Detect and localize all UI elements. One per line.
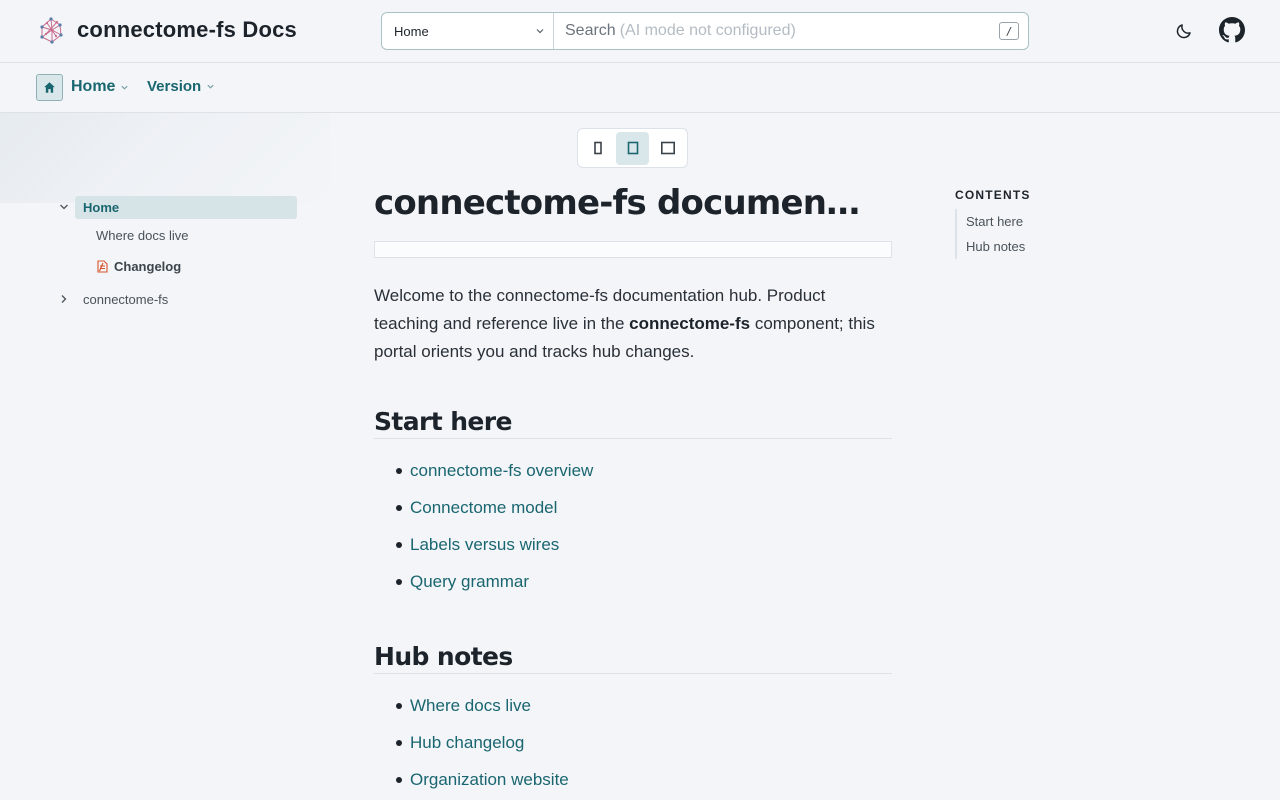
sidebar-collapse-toggle[interactable] <box>56 199 72 215</box>
decorative-gradient <box>0 113 330 203</box>
search-bar: Home Search (AI mode not configured) / <box>381 12 1029 50</box>
section-heading-start-here: Start here <box>374 406 892 439</box>
table-of-contents: CONTENTS Start here Hub notes <box>955 188 1155 259</box>
toc-title: CONTENTS <box>955 188 1031 202</box>
narrow-layout-icon <box>593 141 602 155</box>
chevron-down-icon <box>536 29 544 34</box>
search-placeholder-label: Search <box>565 22 616 39</box>
article: connectome-fs documentati… Welcome to th… <box>374 180 892 800</box>
github-icon <box>1219 17 1245 43</box>
link-connectome-fs-overview[interactable]: connectome-fs overview <box>410 461 593 480</box>
sidebar-item-changelog[interactable]: Changelog <box>97 259 181 274</box>
intro-paragraph: Welcome to the connectome-fs documentati… <box>374 282 892 366</box>
section-heading-hub-notes: Hub notes <box>374 641 892 674</box>
sidebar-item-home-label: Home <box>75 195 297 219</box>
width-medium-button[interactable] <box>616 131 649 165</box>
sidebar-item-connectome-fs[interactable]: connectome-fs <box>55 291 168 307</box>
link-labels-versus-wires[interactable]: Labels versus wires <box>410 535 559 554</box>
top-header: connectome-fs Docs Home Search (AI mode … <box>0 0 1280 63</box>
link-connectome-model[interactable]: Connectome model <box>410 498 557 517</box>
chevron-down-icon <box>60 204 68 210</box>
list-item: Where docs live <box>374 692 892 729</box>
home-icon <box>44 82 55 93</box>
chevron-right-icon <box>61 295 67 303</box>
sidebar-item-label: Changelog <box>114 259 182 274</box>
wide-layout-icon <box>660 141 675 155</box>
sidebar-item-label: connectome-fs <box>83 291 169 307</box>
search-input[interactable]: Search (AI mode not configured) / <box>554 13 1028 49</box>
version-label: Version <box>147 78 202 95</box>
title-metadata-bar <box>374 241 892 258</box>
list-item: Labels versus wires <box>374 531 892 568</box>
list-item: Query grammar <box>374 568 892 605</box>
changelog-doc-icon <box>97 260 108 273</box>
github-link[interactable] <box>1218 16 1246 44</box>
moon-icon <box>1176 24 1191 39</box>
chevron-down-icon <box>121 85 129 90</box>
toc-item-hub-notes[interactable]: Hub notes <box>966 234 1155 259</box>
site-brand[interactable]: connectome-fs Docs <box>36 15 297 45</box>
start-here-link-list: connectome-fs overview Connectome model … <box>374 457 892 605</box>
content-width-toggle <box>577 128 688 168</box>
version-dropdown[interactable]: Version <box>147 78 215 95</box>
search-scope-value: Home <box>394 23 429 39</box>
sidebar-item-home[interactable]: Home <box>55 195 297 219</box>
medium-layout-icon <box>627 141 638 155</box>
theme-toggle-button[interactable] <box>1170 17 1198 45</box>
search-placeholder-hint: (AI mode not configured) <box>619 22 796 39</box>
component-home-label: Home <box>71 78 116 95</box>
intro-component-name: connectome-fs <box>629 314 751 333</box>
component-nav: Home Version <box>0 63 1280 113</box>
sidebar-item-where-docs-live[interactable]: Where docs live <box>96 228 188 243</box>
link-organization-website[interactable]: Organization website <box>410 770 569 789</box>
chevron-down-icon <box>207 84 214 89</box>
list-item: Hub changelog <box>374 729 892 766</box>
home-button[interactable] <box>36 74 63 101</box>
sidebar-item-label: Where docs live <box>96 228 189 243</box>
hub-notes-link-list: Where docs live Hub changelog Organizati… <box>374 692 892 800</box>
list-item: Connectome model <box>374 494 892 531</box>
component-home-dropdown[interactable]: Home <box>71 78 129 96</box>
toc-list: Start here Hub notes <box>955 209 1155 259</box>
link-query-grammar[interactable]: Query grammar <box>410 572 529 591</box>
network-graph-logo-icon <box>40 17 63 44</box>
link-hub-changelog[interactable]: Hub changelog <box>410 733 524 752</box>
search-scope-select[interactable]: Home <box>382 13 554 49</box>
page-title: connectome-fs documentati… <box>374 183 874 223</box>
link-where-docs-live[interactable]: Where docs live <box>410 696 531 715</box>
width-wide-button[interactable] <box>651 132 684 165</box>
toc-item-start-here[interactable]: Start here <box>966 209 1155 234</box>
list-item: connectome-fs overview <box>374 457 892 494</box>
site-title: connectome-fs Docs <box>77 17 297 42</box>
search-shortcut-key: / <box>999 22 1019 40</box>
list-item: Organization website <box>374 766 892 800</box>
width-narrow-button[interactable] <box>581 132 614 165</box>
sidebar-expand-toggle[interactable] <box>56 291 72 307</box>
